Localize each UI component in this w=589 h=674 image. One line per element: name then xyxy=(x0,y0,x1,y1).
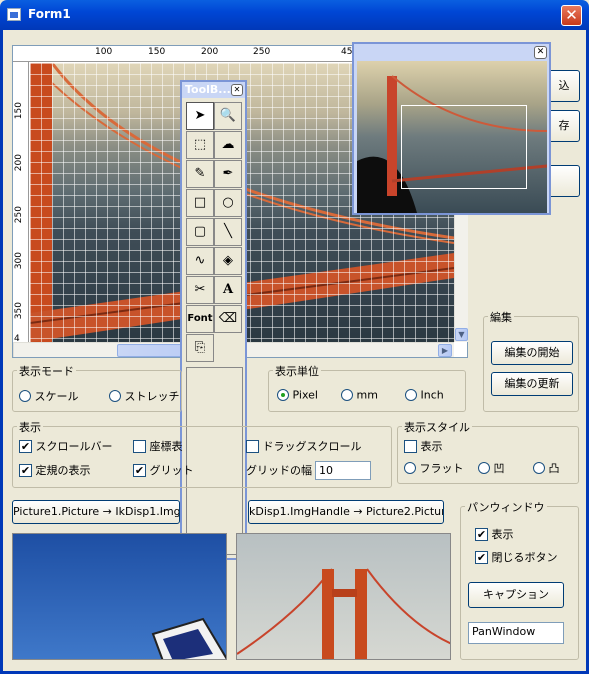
lasso-select-tool[interactable]: ☁ xyxy=(214,131,242,159)
edit-label: 編集 xyxy=(488,309,514,325)
toolbox-title: ToolB... xyxy=(185,83,231,96)
window-title: Form1 xyxy=(28,7,71,21)
display-mode-label: 表示モード xyxy=(17,363,76,379)
line-tool[interactable]: ╲ xyxy=(214,218,242,246)
pointer-tool[interactable]: ➤ xyxy=(186,102,214,130)
radio-stretch[interactable]: ストレッチ xyxy=(109,388,180,404)
rect-select-tool[interactable]: ⬚ xyxy=(186,131,214,159)
scissors-tool[interactable]: ✂ xyxy=(186,276,214,304)
check-style-show[interactable]: 表示 xyxy=(404,438,443,454)
stamp-tool[interactable]: ⎘ xyxy=(186,334,214,362)
ruler-tick: 350 xyxy=(14,302,24,320)
ruler-tick: 250 xyxy=(14,206,24,224)
ruler-tick: 100 xyxy=(95,47,113,57)
radio-raised[interactable]: 凸 xyxy=(533,460,560,476)
check-grid[interactable]: ✔ グリット xyxy=(133,462,194,478)
toolbox-window[interactable]: ToolB... ✕ ➤ 🔍 ⬚ ☁ ✎ ✒ □ ○ ▢ ╲ ∿ ◈ ✂ A F… xyxy=(180,80,247,560)
ruler-tick: 300 xyxy=(14,252,24,270)
check-pan-show[interactable]: ✔ 表示 xyxy=(475,526,514,542)
toolbox-close-button[interactable]: ✕ xyxy=(231,84,243,96)
eraser-tool[interactable]: ⌫ xyxy=(214,305,242,333)
curve-tool[interactable]: ∿ xyxy=(186,247,214,275)
fill-tool[interactable]: ◈ xyxy=(214,247,242,275)
edit-group: 編集 編集の開始 編集の更新 xyxy=(483,309,579,412)
pan-window[interactable]: ✕ xyxy=(352,42,551,215)
grid-width-label: グリッドの幅 xyxy=(246,464,312,477)
ruler-tick: 250 xyxy=(253,47,271,57)
font-tool[interactable]: Font xyxy=(186,305,214,333)
ellipse-tool[interactable]: ○ xyxy=(214,189,242,217)
display-style-label: 表示スタイル xyxy=(402,419,472,435)
check-drag-scroll[interactable]: ドラッグスクロール xyxy=(246,438,362,454)
scroll-down-button[interactable]: ▼ xyxy=(455,328,468,341)
tower-photo xyxy=(237,568,450,659)
radio-inch[interactable]: Inch xyxy=(405,388,444,402)
scroll-right-button[interactable]: ▶ xyxy=(438,344,452,357)
radio-sunken[interactable]: 凹 xyxy=(478,460,505,476)
radio-mm[interactable]: mm xyxy=(341,388,378,402)
toolbox-titlebar: ToolB... ✕ xyxy=(182,82,245,98)
display-label: 表示 xyxy=(17,419,43,435)
caption-field[interactable]: PanWindow xyxy=(468,622,564,644)
rectangle-tool[interactable]: □ xyxy=(186,189,214,217)
pencil-tool[interactable]: ✎ xyxy=(186,160,214,188)
edit-start-button[interactable]: 編集の開始 xyxy=(491,341,573,365)
zoom-tool[interactable]: 🔍 xyxy=(214,102,242,130)
title-bar: Form1 ✕ xyxy=(0,0,589,30)
sign-photo xyxy=(151,617,226,659)
ruler-tick: 150 xyxy=(148,47,166,57)
picture2-box xyxy=(236,533,451,660)
display-unit-group: 表示単位 Pixel mm Inch xyxy=(268,363,466,412)
display-group: 表示 ✔ スクロールバー 座標表 ドラッグスクロール ✔ 定規の表示 ✔ グリッ… xyxy=(12,419,392,488)
blank-button[interactable] xyxy=(548,165,580,197)
ruler-tick: 150 xyxy=(14,102,24,120)
radio-scale[interactable]: スケール xyxy=(19,388,79,404)
text-tool[interactable]: A xyxy=(214,276,242,304)
pan-viewport-rect[interactable] xyxy=(401,105,527,189)
check-ruler[interactable]: ✔ 定規の表示 xyxy=(19,462,91,478)
pan-window-label: パンウィンドウ xyxy=(465,499,547,515)
caption-button[interactable]: キャプション xyxy=(468,582,564,608)
rounded-rect-tool[interactable]: ▢ xyxy=(186,218,214,246)
window-icon xyxy=(7,8,21,21)
pan-window-group: パンウィンドウ ✔ 表示 ✔ 閉じるボタン キャプション PanWindow xyxy=(460,499,579,660)
grid-width-field[interactable]: 10 xyxy=(315,461,371,480)
pan-preview xyxy=(357,61,547,213)
ruler-tick: 45 xyxy=(341,47,353,57)
display-unit-label: 表示単位 xyxy=(273,363,321,379)
picture1-box xyxy=(12,533,227,660)
radio-flat[interactable]: フラット xyxy=(404,460,464,476)
edit-update-button[interactable]: 編集の更新 xyxy=(491,372,573,396)
display-style-group: 表示スタイル 表示 フラット 凹 凸 xyxy=(397,419,579,484)
check-coord[interactable]: 座標表 xyxy=(133,438,183,454)
ruler-tick: 200 xyxy=(14,154,24,172)
load-button[interactable]: 込 xyxy=(548,70,580,102)
copy-to-picture2-button[interactable]: kDisp1.ImgHandle → Picture2.Picture xyxy=(248,500,444,524)
display-mode-group: 表示モード スケール ストレッチ xyxy=(12,363,182,412)
pan-close-button[interactable]: ✕ xyxy=(534,46,547,59)
ruler-tick: 200 xyxy=(201,47,219,57)
check-scrollbar[interactable]: ✔ スクロールバー xyxy=(19,438,113,454)
check-pan-close-button[interactable]: ✔ 閉じるボタン xyxy=(475,549,558,565)
radio-pixel[interactable]: Pixel xyxy=(277,388,318,402)
copy-to-imgdisp-button[interactable]: Picture1.Picture → IkDisp1.Img xyxy=(12,500,180,524)
close-button[interactable]: ✕ xyxy=(561,5,582,26)
left-ruler: 150 200 250 300 350 4 xyxy=(13,62,29,344)
save-button[interactable]: 存 xyxy=(548,110,580,142)
eyedropper-tool[interactable]: ✒ xyxy=(214,160,242,188)
